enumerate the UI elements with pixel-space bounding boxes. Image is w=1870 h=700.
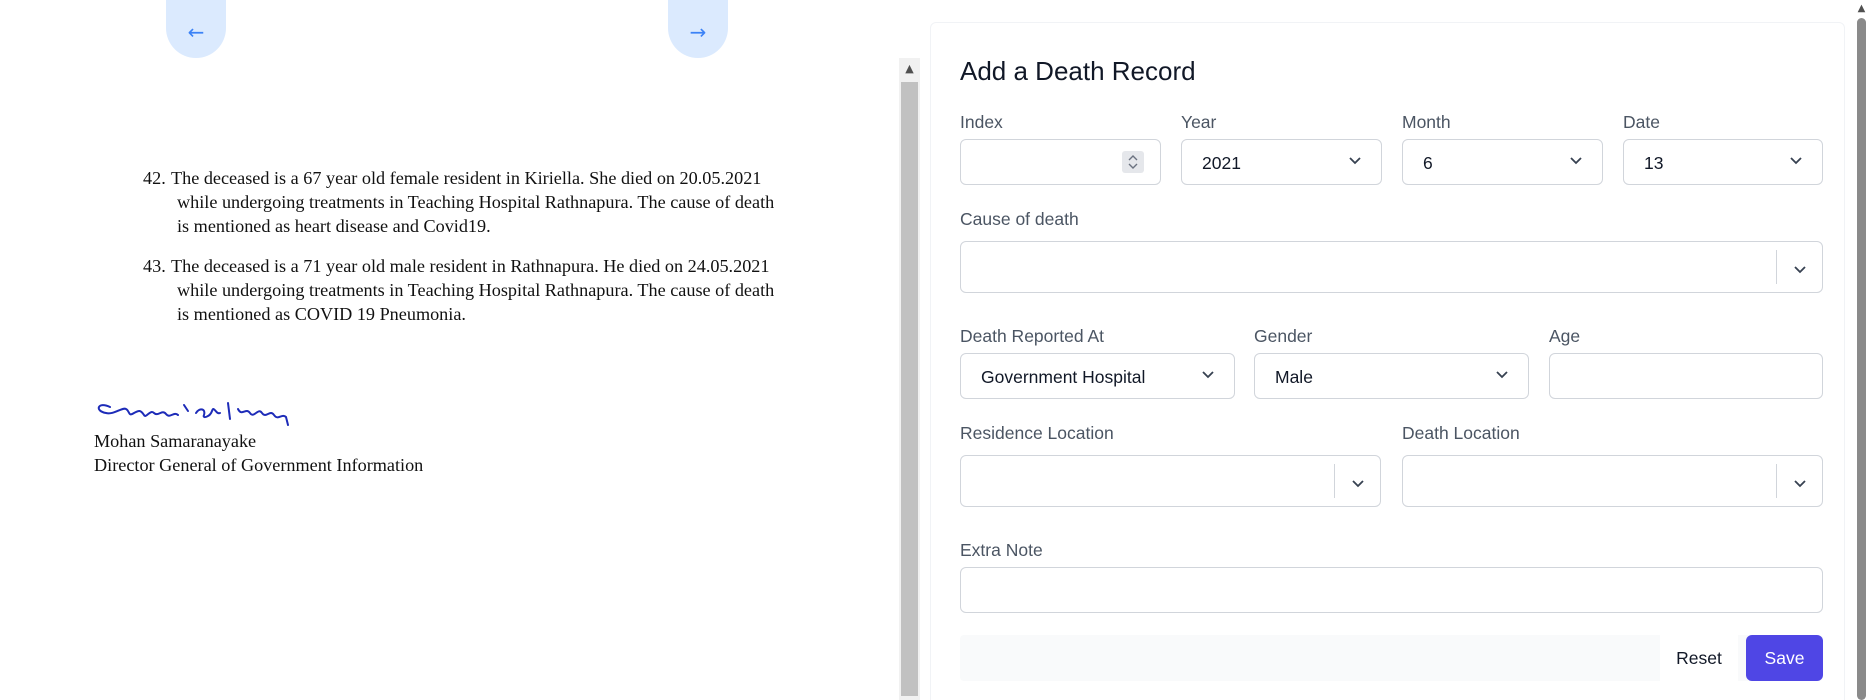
viewer-scrollbar[interactable]: ▲ bbox=[899, 58, 920, 700]
scroll-up-icon[interactable]: ▲ bbox=[1853, 0, 1870, 17]
month-select[interactable]: 6 bbox=[1402, 139, 1603, 185]
reported-at-label: Death Reported At bbox=[960, 326, 1104, 346]
form-title: Add a Death Record bbox=[960, 56, 1196, 86]
item-line: while undergoing treatments in Teaching … bbox=[177, 192, 775, 212]
age-label: Age bbox=[1549, 326, 1581, 346]
age-input[interactable] bbox=[1549, 353, 1823, 399]
year-select[interactable]: 2021 bbox=[1181, 139, 1382, 185]
combo-separator bbox=[1776, 464, 1777, 498]
residence-label: Residence Location bbox=[960, 423, 1114, 443]
death-location-label: Death Location bbox=[1402, 423, 1520, 443]
signer-title: Director General of Government Informati… bbox=[94, 455, 424, 475]
scroll-up-icon[interactable]: ▲ bbox=[899, 58, 920, 80]
chevron-down-icon bbox=[1347, 153, 1363, 169]
extra-note-label: Extra Note bbox=[960, 540, 1043, 560]
extra-note-input-text[interactable] bbox=[961, 568, 1822, 612]
index-label: Index bbox=[960, 112, 1003, 132]
chevron-down-icon[interactable] bbox=[1792, 262, 1808, 278]
chevron-down-icon bbox=[1568, 153, 1584, 169]
item-number: 43. bbox=[143, 256, 166, 276]
page-scrollbar[interactable]: ▲ bbox=[1853, 0, 1870, 700]
month-label: Month bbox=[1402, 112, 1451, 132]
age-input-text[interactable] bbox=[1550, 354, 1822, 398]
death-location-select[interactable] bbox=[1402, 455, 1823, 507]
death-location-input[interactable] bbox=[1403, 456, 1776, 506]
cause-label: Cause of death bbox=[960, 209, 1079, 229]
chevron-down-icon bbox=[1788, 153, 1804, 169]
residence-location-input[interactable] bbox=[961, 456, 1334, 506]
save-button[interactable]: Save bbox=[1746, 635, 1823, 681]
next-page-button[interactable]: → bbox=[668, 0, 728, 58]
chevron-down-icon bbox=[1200, 367, 1216, 383]
extra-note-input[interactable] bbox=[960, 567, 1823, 613]
date-value: 13 bbox=[1644, 153, 1664, 173]
month-value: 6 bbox=[1423, 153, 1433, 173]
date-select[interactable]: 13 bbox=[1623, 139, 1823, 185]
reset-button[interactable]: Reset bbox=[1660, 635, 1738, 681]
date-label: Date bbox=[1623, 112, 1660, 132]
item-number: 42. bbox=[143, 168, 166, 188]
item-line: The deceased is a 71 year old male resid… bbox=[171, 256, 770, 276]
gender-value: Male bbox=[1275, 367, 1313, 387]
chevron-down-icon[interactable] bbox=[1350, 476, 1366, 492]
arrow-right-icon: → bbox=[689, 20, 707, 44]
spinner-arrows-icon[interactable] bbox=[1122, 151, 1144, 173]
signature-icon bbox=[92, 395, 292, 431]
index-input[interactable] bbox=[960, 139, 1161, 185]
combo-separator bbox=[1334, 464, 1335, 498]
gender-label: Gender bbox=[1254, 326, 1313, 346]
previous-page-button[interactable]: ← bbox=[166, 0, 226, 58]
death-reported-at-select[interactable]: Government Hospital bbox=[960, 353, 1235, 399]
year-value: 2021 bbox=[1202, 153, 1241, 173]
item-line: is mentioned as heart disease and Covid1… bbox=[177, 216, 491, 236]
scrollbar-thumb[interactable] bbox=[1857, 18, 1866, 700]
chevron-down-icon bbox=[1494, 367, 1510, 383]
cause-of-death-input[interactable] bbox=[961, 242, 1776, 292]
arrow-left-icon: ← bbox=[187, 20, 205, 44]
scrollbar-thumb[interactable] bbox=[901, 82, 918, 696]
residence-location-select[interactable] bbox=[960, 455, 1381, 507]
year-label: Year bbox=[1181, 112, 1217, 132]
item-line: while undergoing treatments in Teaching … bbox=[177, 280, 775, 300]
item-line: is mentioned as COVID 19 Pneumonia. bbox=[177, 304, 466, 324]
reported-at-value: Government Hospital bbox=[981, 367, 1146, 387]
item-line: The deceased is a 67 year old female res… bbox=[171, 168, 762, 188]
combo-separator bbox=[1776, 250, 1777, 284]
gender-select[interactable]: Male bbox=[1254, 353, 1529, 399]
signer-name: Mohan Samaranayake bbox=[94, 431, 257, 451]
chevron-down-icon[interactable] bbox=[1792, 476, 1808, 492]
cause-of-death-select[interactable] bbox=[960, 241, 1823, 293]
